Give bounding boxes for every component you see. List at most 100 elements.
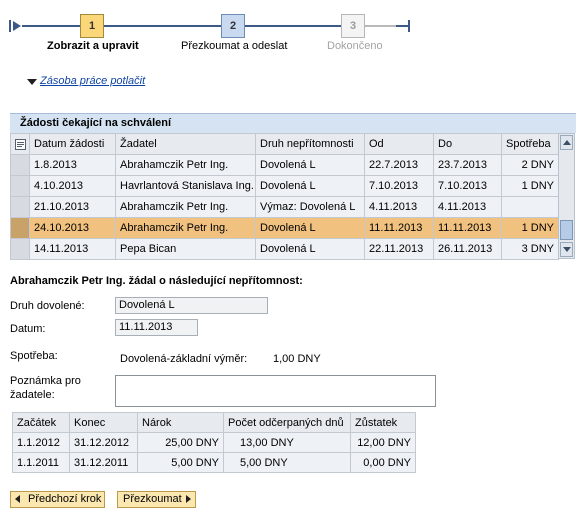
table-menu-icon[interactable]: [14, 138, 26, 150]
start-cell: 1.1.2011: [12, 452, 70, 473]
column-header-usage[interactable]: Spotřeba: [501, 133, 559, 155]
balances-header-row: Začátek Konec Nárok Počet odčerpaných dn…: [12, 412, 416, 433]
balances-table: Začátek Konec Nárok Počet odčerpaných dn…: [12, 412, 416, 473]
scroll-up-button[interactable]: [560, 135, 573, 150]
from-cell: 22.11.2013: [364, 238, 434, 260]
entitlement-cell: 5,00 DNY: [137, 452, 224, 473]
roadmap-step-1[interactable]: 1: [80, 14, 104, 38]
from-cell: 7.10.2013: [364, 175, 434, 197]
usage-type: Dovolená-základní výměr:: [120, 353, 248, 365]
scroll-down-button[interactable]: [560, 242, 573, 257]
roadmap-step-1-label[interactable]: Zobrazit a upravit: [47, 40, 139, 52]
note-textarea[interactable]: [115, 375, 436, 407]
roadmap-step-3: 3: [341, 14, 365, 38]
roadmap-line: [104, 25, 221, 27]
remaining-cell: 12,00 DNY: [350, 432, 416, 453]
request-date-cell: 4.10.2013: [29, 175, 116, 197]
column-header-end: Konec: [69, 412, 138, 433]
worklist-collapse-link[interactable]: Zásoba práce potlačit: [40, 75, 145, 87]
review-label: Přezkoumat: [123, 493, 182, 505]
row-selector[interactable]: [10, 217, 30, 239]
column-header-start: Začátek: [12, 412, 70, 433]
table-row: 1.1.2012 31.12.2012 25,00 DNY 13,00 DNY …: [12, 432, 416, 453]
to-cell: 23.7.2013: [433, 154, 502, 176]
requests-scrollbar[interactable]: [558, 133, 575, 259]
note-label-line1: Poznámka pro: [10, 375, 81, 387]
to-cell: 11.11.2013: [433, 217, 502, 239]
usage-label: Spotřeba:: [10, 350, 58, 362]
table-row[interactable]: 1.8.2013 Abrahamczik Petr Ing. Dovolená …: [10, 154, 559, 176]
remaining-cell: 0,00 DNY: [350, 452, 416, 473]
note-label-line2: žadatele:: [10, 389, 55, 401]
row-selector[interactable]: [10, 196, 30, 218]
end-cell: 31.12.2012: [69, 432, 138, 453]
roadmap-step-2-label[interactable]: Přezkoumat a odeslat: [181, 40, 287, 52]
column-header-entitlement: Nárok: [137, 412, 224, 433]
row-selector[interactable]: [10, 154, 30, 176]
from-cell: 11.11.2013: [364, 217, 434, 239]
roadmap-line: [245, 25, 341, 27]
collapse-triangle-icon[interactable]: [27, 79, 37, 85]
applicant-cell: Pepa Bican: [115, 238, 256, 260]
applicant-cell: Abrahamczik Petr Ing.: [115, 196, 256, 218]
leave-type-label: Druh dovolené:: [10, 300, 85, 312]
from-cell: 22.7.2013: [364, 154, 434, 176]
usage-cell: 2 DNY: [501, 154, 559, 176]
requests-table: Datum žádosti Žadatel Druh nepřítomnosti…: [10, 133, 559, 260]
table-row-selected[interactable]: 24.10.2013 Abrahamczik Petr Ing. Dovolen…: [10, 217, 559, 239]
usage-cell: 1 DNY: [501, 217, 559, 239]
column-header-remaining: Zůstatek: [350, 412, 416, 433]
absence-type-cell: Dovolená L: [255, 238, 365, 260]
absence-type-cell: Dovolená L: [255, 154, 365, 176]
row-selector[interactable]: [10, 175, 30, 197]
review-button[interactable]: Přezkoumat: [117, 491, 196, 508]
used-cell: 5,00 DNY: [223, 452, 351, 473]
table-menu-cell[interactable]: [10, 133, 30, 155]
to-cell: 26.11.2013: [433, 238, 502, 260]
column-header-to[interactable]: Do: [433, 133, 502, 155]
table-row[interactable]: 4.10.2013 Havrlantová Stanislava Ing. Do…: [10, 175, 559, 197]
date-field: 11.11.2013: [115, 319, 198, 336]
to-cell: 7.10.2013: [433, 175, 502, 197]
column-header-from[interactable]: Od: [364, 133, 434, 155]
previous-step-label: Předchozí krok: [28, 493, 102, 505]
table-row[interactable]: 14.11.2013 Pepa Bican Dovolená L 22.11.2…: [10, 238, 559, 260]
roadmap-step-2[interactable]: 2: [221, 14, 245, 38]
previous-step-button[interactable]: Předchozí krok: [10, 491, 105, 508]
used-cell: 13,00 DNY: [223, 432, 351, 453]
absence-type-cell: Dovolená L: [255, 175, 365, 197]
request-date-cell: 1.8.2013: [29, 154, 116, 176]
row-selector[interactable]: [10, 238, 30, 260]
date-label: Datum:: [10, 323, 46, 335]
scroll-up-icon: [563, 140, 571, 145]
roadmap-line: [365, 25, 399, 27]
absence-type-cell: Výmaz: Dovolená L: [255, 196, 365, 218]
roadmap-start-icon: [9, 20, 21, 32]
requests-header-row: Datum žádosti Žadatel Druh nepřítomnosti…: [10, 133, 559, 155]
column-header-request-date[interactable]: Datum žádosti: [29, 133, 116, 155]
detail-title: Abrahamczik Petr Ing. žádal o následujíc…: [10, 275, 303, 287]
arrow-right-icon: [186, 495, 191, 503]
applicant-cell: Havrlantová Stanislava Ing.: [115, 175, 256, 197]
request-date-cell: 21.10.2013: [29, 196, 116, 218]
to-cell: 4.11.2013: [433, 196, 502, 218]
roadmap-line: [22, 25, 80, 27]
usage-cell: [501, 196, 559, 218]
roadmap-end-icon: [396, 20, 410, 32]
roadmap-step-3-label: Dokončeno: [327, 40, 383, 52]
requests-panel-title: Žádosti čekající na schválení: [10, 113, 576, 133]
start-cell: 1.1.2012: [12, 432, 70, 453]
usage-cell: 1 DNY: [501, 175, 559, 197]
scroll-thumb[interactable]: [560, 220, 573, 240]
request-date-cell: 24.10.2013: [29, 217, 116, 239]
entitlement-cell: 25,00 DNY: [137, 432, 224, 453]
table-row[interactable]: 21.10.2013 Abrahamczik Petr Ing. Výmaz: …: [10, 196, 559, 218]
leave-type-field: Dovolená L: [115, 297, 268, 314]
absence-type-cell: Dovolená L: [255, 217, 365, 239]
column-header-absence-type[interactable]: Druh nepřítomnosti: [255, 133, 365, 155]
scroll-down-icon: [563, 247, 571, 252]
column-header-applicant[interactable]: Žadatel: [115, 133, 256, 155]
usage-value: 1,00 DNY: [273, 353, 321, 365]
applicant-cell: Abrahamczik Petr Ing.: [115, 217, 256, 239]
column-header-used: Počet odčerpaných dnů: [223, 412, 351, 433]
